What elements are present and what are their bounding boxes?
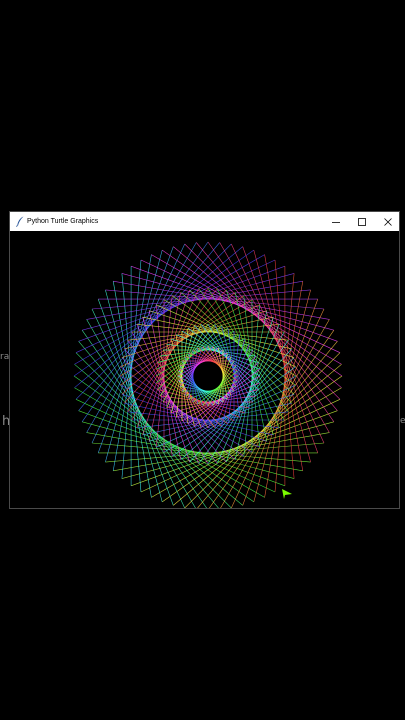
window-titlebar[interactable]: Python Turtle Graphics — [10, 212, 399, 231]
spirograph-drawing — [73, 241, 343, 508]
close-icon — [384, 217, 392, 226]
background-text-fragment: e — [400, 416, 405, 426]
turtle-canvas[interactable] — [10, 231, 399, 508]
minimize-button[interactable] — [323, 212, 349, 231]
turtle-graphics-window: Python Turtle Graphics — [9, 211, 400, 509]
video-frame: ra h e Python Turtle Graphics — [0, 0, 405, 720]
maximize-icon — [358, 217, 366, 226]
background-text-fragment: ra — [0, 352, 10, 362]
feather-icon — [16, 216, 24, 227]
window-title: Python Turtle Graphics — [27, 218, 99, 225]
minimize-icon — [332, 221, 340, 223]
maximize-button[interactable] — [349, 212, 375, 231]
spirograph-stroke — [220, 319, 330, 508]
close-button[interactable] — [375, 212, 399, 231]
turtle-cursor-icon — [282, 489, 292, 499]
